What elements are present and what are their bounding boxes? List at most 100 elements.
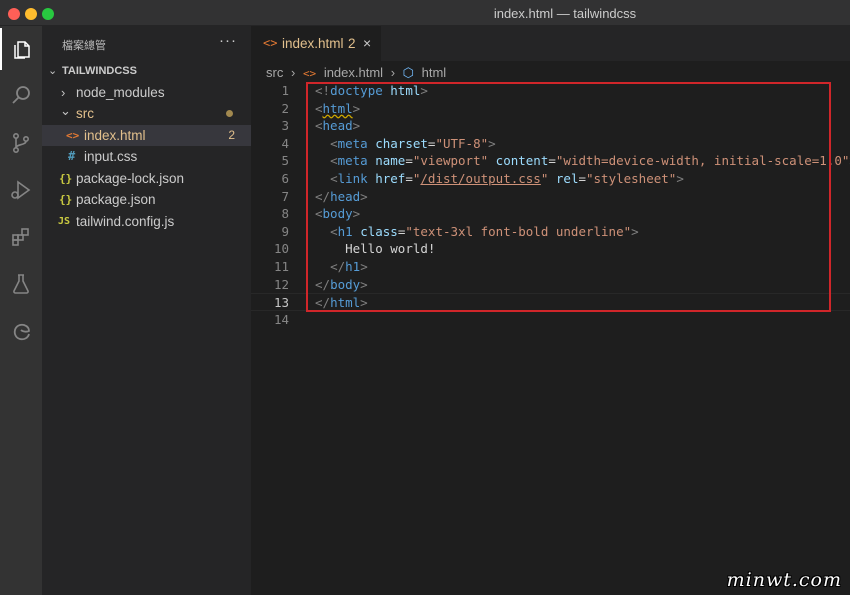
editor-area: <> index.html 2 × src › <> index.html › …: [251, 26, 850, 595]
code-token: html: [390, 83, 421, 98]
tree-item-label: tailwind.config.js: [76, 214, 175, 229]
breadcrumb-item-file[interactable]: index.html: [324, 65, 383, 80]
tree-item-index-html[interactable]: <> index.html 2: [42, 125, 251, 146]
tab-bar: <> index.html 2 ×: [251, 26, 850, 61]
tree-item-label: src: [76, 106, 94, 121]
line-number: 12: [273, 276, 289, 292]
symbol-icon: ⬡: [402, 65, 415, 80]
json-file-icon: {}: [59, 193, 73, 206]
modified-dot-icon: [226, 110, 233, 117]
project-folder[interactable]: ⌄ TAILWINDCSS: [42, 61, 251, 82]
code-token: rel: [555, 170, 579, 186]
code-line: 3 <head>: [251, 117, 850, 135]
testing-icon[interactable]: [0, 263, 42, 305]
breadcrumb: src › <> index.html › ⬡ html: [266, 62, 450, 84]
code-line: 2 <html>: [251, 100, 850, 118]
project-name: TAILWINDCSS: [62, 65, 137, 77]
css-file-icon: #: [68, 149, 76, 163]
code-token: body: [322, 206, 353, 222]
code-token: charset: [375, 135, 428, 151]
code-line: 10 Hello world!: [251, 240, 850, 258]
code-token: link: [337, 170, 368, 186]
code-token: h1: [337, 223, 353, 239]
tree-item-package-json[interactable]: {} package.json: [42, 189, 251, 210]
chevron-down-icon: ⌄: [60, 103, 71, 118]
line-number: 2: [281, 100, 289, 116]
code-token: class: [360, 223, 398, 239]
tree-item-label: package.json: [76, 192, 156, 207]
code-token: body: [330, 276, 361, 292]
code-line: 9 <h1 class="text-3xl font-bold underlin…: [251, 223, 850, 241]
code-editor[interactable]: 1 <!doctype html> 2 <html> 3 <head> 4 <meta…: [251, 82, 850, 328]
tree-item-label: node_modules: [76, 85, 165, 100]
problem-count-badge: 2: [228, 128, 235, 142]
close-icon[interactable]: ×: [363, 26, 371, 61]
line-number: 13: [273, 295, 289, 311]
tree-item-package-lock-json[interactable]: {} package-lock.json: [42, 168, 251, 189]
tree-item-label: index.html: [84, 128, 146, 143]
chevron-down-icon: ⌄: [48, 65, 58, 77]
tree-item-input-css[interactable]: # input.css: [42, 146, 251, 167]
more-actions-icon[interactable]: ···: [219, 32, 237, 49]
code-line: 6 <link href="/dist/output.css" rel="sty…: [251, 170, 850, 188]
code-token: html: [322, 100, 353, 116]
code-token: "viewport": [412, 153, 489, 169]
extensions-icon[interactable]: [0, 216, 42, 258]
tab-label: index.html: [282, 36, 344, 51]
code-token: "UTF-8": [435, 135, 489, 151]
breadcrumb-item-src[interactable]: src: [266, 65, 283, 80]
chevron-right-icon: ›: [290, 65, 296, 80]
explorer-icon[interactable]: [0, 28, 42, 70]
js-file-icon: JS: [58, 216, 71, 227]
line-number: 10: [273, 241, 289, 257]
window-title: index.html — tailwindcss: [493, 6, 637, 21]
code-token: html: [330, 295, 361, 311]
code-token: ": [540, 170, 549, 186]
line-number: 14: [273, 311, 289, 327]
code-line: 14: [251, 311, 850, 329]
code-line: 12 </body>: [251, 276, 850, 294]
code-token: meta: [337, 135, 368, 151]
source-control-icon[interactable]: [0, 122, 42, 164]
code-token: content: [495, 153, 549, 169]
activity-bar: [0, 26, 42, 595]
code-line: 11 </h1>: [251, 258, 850, 276]
watermark: minwt.com: [726, 569, 842, 591]
code-token: head: [330, 188, 361, 204]
code-token: "stylesheet": [586, 170, 677, 186]
line-number: 4: [281, 135, 289, 151]
tree-item-tailwind-config-js[interactable]: JS tailwind.config.js: [42, 211, 251, 232]
html-file-icon: <>: [263, 36, 278, 50]
code-token: doctype: [330, 83, 383, 98]
code-token: meta: [337, 153, 368, 169]
code-line: 8 <body>: [251, 205, 850, 223]
title-bar: index.html — tailwindcss: [0, 0, 850, 26]
edge-devtools-icon[interactable]: [0, 310, 42, 352]
code-token: h1: [345, 258, 361, 274]
code-line: 4 <meta charset="UTF-8">: [251, 135, 850, 153]
tree-item-label: input.css: [84, 149, 138, 164]
tab-index-html[interactable]: <> index.html 2 ×: [251, 26, 381, 61]
line-number: 8: [281, 206, 289, 222]
code-token: "text-3xl font-bold underline": [405, 223, 632, 239]
run-debug-icon[interactable]: [0, 169, 42, 211]
line-number: 6: [281, 170, 289, 186]
code-link[interactable]: /dist/output.css: [420, 171, 540, 186]
code-token: head: [322, 118, 353, 134]
code-line: 7 </head>: [251, 188, 850, 206]
explorer-header: 檔案總管: [62, 40, 106, 52]
tree-item-src[interactable]: ⌄ src: [42, 103, 251, 124]
tree-item-label: package-lock.json: [76, 171, 185, 186]
chevron-right-icon: ›: [390, 65, 396, 80]
line-number: 5: [281, 153, 289, 169]
code-token: href: [375, 170, 406, 186]
html-file-icon: <>: [66, 129, 80, 142]
code-line-current: 13 </html>: [251, 293, 850, 311]
line-number: 1: [281, 83, 289, 98]
breadcrumb-item-symbol[interactable]: html: [422, 65, 447, 80]
vscode-window: index.html — tailwindcss 檔案總管 ··· ⌄ TAIL…: [0, 0, 850, 595]
code-line: 1 <!doctype html>: [251, 82, 850, 100]
search-icon[interactable]: [0, 74, 42, 116]
tree-item-node-modules[interactable]: › node_modules: [42, 82, 251, 103]
html-file-icon: <>: [302, 67, 317, 80]
